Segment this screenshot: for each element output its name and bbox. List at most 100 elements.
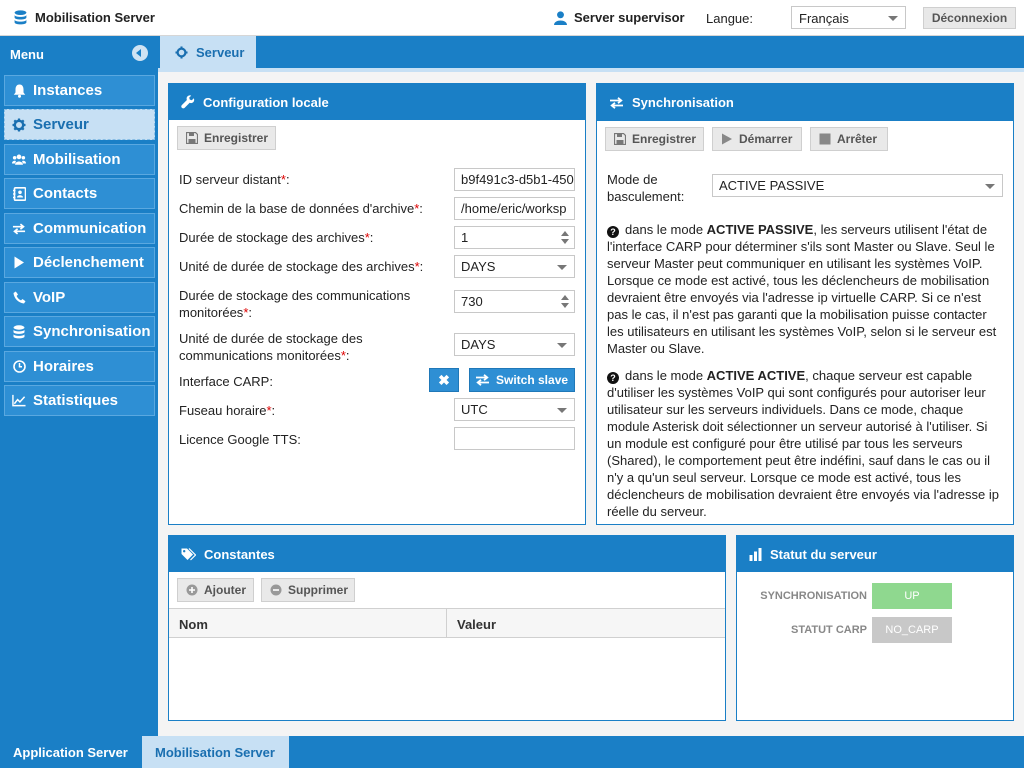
phone-icon: [12, 291, 26, 305]
switch-slave-label: Switch slave: [496, 373, 569, 387]
config-panel: Configuration locale Enregistrer ID serv…: [168, 83, 586, 525]
server-status-panel: Statut du serveur SYNCHRONISATION UP STA…: [736, 535, 1014, 721]
server-status-title: Statut du serveur: [770, 546, 877, 562]
tags-icon: [181, 547, 196, 560]
language-value: Français: [799, 11, 849, 26]
chevron-down-icon: [557, 408, 567, 413]
constants-panel: Constantes Ajouter Supprimer Nom Valeur: [168, 535, 726, 721]
field-label-archive-path: Chemin de la base de données d'archive*:: [179, 201, 423, 216]
logout-button[interactable]: Déconnexion: [923, 7, 1016, 29]
archive-unit-select[interactable]: DAYS: [454, 255, 575, 278]
tab-serveur[interactable]: Serveur: [160, 36, 256, 68]
sidebar-item-voip[interactable]: VoIP: [4, 282, 155, 313]
user-icon: [554, 10, 567, 25]
stepper-arrows-icon[interactable]: [561, 230, 570, 245]
sidebar-item-communication[interactable]: Communication: [4, 213, 155, 244]
play-icon: [12, 256, 26, 270]
field-label-remote-id: ID serveur distant*:: [179, 172, 290, 187]
stepper-arrows-icon[interactable]: [561, 294, 570, 309]
comm-unit-select[interactable]: DAYS: [454, 333, 575, 356]
switch-slave-button[interactable]: Switch slave: [469, 368, 575, 392]
menu-header: Menu: [0, 36, 158, 69]
sync-panel-header: Synchronisation: [597, 84, 1013, 121]
delete-constant-button[interactable]: Supprimer: [261, 578, 355, 602]
user-menu[interactable]: Server supervisor: [554, 10, 685, 25]
bottom-bar: Application Server Mobilisation Server: [0, 736, 1024, 768]
sidebar-item-contacts[interactable]: Contacts: [4, 178, 155, 209]
add-constant-button[interactable]: Ajouter: [177, 578, 254, 602]
field-label-google-tts: Licence Google TTS:: [179, 432, 301, 447]
app-title-text: Mobilisation Server: [35, 10, 155, 25]
sidebar-item-statistiques[interactable]: Statistiques: [4, 385, 155, 416]
tab-application-server[interactable]: Application Server: [0, 736, 142, 768]
chevron-down-icon: [557, 343, 567, 348]
tab-label: Serveur: [196, 44, 245, 60]
arrows-exchange-icon: [476, 374, 489, 386]
sidebar-item-synchronisation[interactable]: Synchronisation: [4, 316, 155, 347]
sync-panel: Synchronisation Enregistrer Démarrer Arr…: [596, 83, 1014, 525]
sidebar-item-label: Communication: [33, 220, 147, 237]
menu-title: Menu: [10, 47, 44, 62]
failover-mode-select[interactable]: ACTIVE PASSIVE: [712, 174, 1003, 197]
server-status-header: Statut du serveur: [737, 536, 1013, 572]
active-passive-description: ? dans le mode ACTIVE PASSIVE, les serveu…: [607, 222, 997, 356]
timezone-select[interactable]: UTC: [454, 398, 575, 421]
stop-icon: [819, 133, 831, 145]
bell-icon: [12, 84, 26, 98]
google-tts-license-input[interactable]: [454, 427, 575, 450]
sync-status-label: SYNCHRONISATION: [760, 590, 867, 602]
chevron-down-icon: [557, 265, 567, 270]
sidebar-item-label: VoIP: [33, 289, 66, 306]
sidebar-item-label: Mobilisation: [33, 151, 121, 168]
bar-chart-icon: [749, 547, 762, 561]
remote-server-id-input[interactable]: b9f491c3-d5b1-450: [454, 168, 575, 191]
sidebar: Menu Instances Serveur Mobilisation Cont…: [0, 36, 158, 736]
clear-carp-button[interactable]: ✖: [429, 368, 459, 392]
constants-panel-title: Constantes: [204, 546, 275, 562]
sync-stop-label: Arrêter: [837, 132, 878, 146]
sidebar-item-label: Synchronisation: [33, 323, 151, 340]
sidebar-item-label: Statistiques: [33, 392, 119, 409]
add-constant-label: Ajouter: [204, 583, 246, 597]
language-select[interactable]: Français: [791, 6, 906, 29]
floppy-disk-icon: [614, 133, 626, 145]
archive-duration-stepper[interactable]: 1: [454, 226, 575, 249]
column-divider[interactable]: [446, 609, 447, 638]
carp-status-badge: NO_CARP: [872, 617, 952, 643]
sidebar-item-horaires[interactable]: Horaires: [4, 351, 155, 382]
active-active-description: ? dans le mode ACTIVE ACTIVE, chaque serv…: [607, 368, 999, 519]
column-header-name[interactable]: Nom: [179, 617, 208, 632]
constants-panel-header: Constantes: [169, 536, 725, 572]
database-icon: [12, 324, 26, 339]
sidebar-item-mobilisation[interactable]: Mobilisation: [4, 144, 155, 175]
app-title: Mobilisation Server: [14, 10, 155, 25]
comm-duration-stepper[interactable]: 730: [454, 290, 575, 313]
minus-circle-icon: [270, 584, 282, 596]
sync-start-button[interactable]: Démarrer: [712, 127, 802, 151]
sync-save-button[interactable]: Enregistrer: [605, 127, 704, 151]
sidebar-item-serveur[interactable]: Serveur: [4, 109, 155, 140]
tab-mobilisation-server[interactable]: Mobilisation Server: [142, 736, 289, 768]
chevron-down-icon: [985, 184, 995, 189]
user-name: Server supervisor: [574, 10, 685, 25]
field-label-archive-unit: Unité de durée de stockage des archives*…: [179, 259, 424, 274]
users-icon: [12, 153, 26, 167]
chevron-down-icon: [888, 16, 898, 21]
archive-db-path-input[interactable]: /home/eric/worksp: [454, 197, 575, 220]
sidebar-item-declenchement[interactable]: Déclenchement: [4, 247, 155, 278]
close-icon: ✖: [438, 371, 450, 388]
collapse-sidebar-icon[interactable]: [132, 45, 148, 61]
column-header-value[interactable]: Valeur: [457, 617, 496, 632]
sidebar-item-label: Serveur: [33, 116, 89, 133]
constants-table-header: Nom Valeur: [169, 608, 725, 638]
delete-constant-label: Supprimer: [288, 583, 349, 597]
sync-stop-button[interactable]: Arrêter: [810, 127, 888, 151]
field-label-archive-duration: Durée de stockage des archives*:: [179, 230, 374, 245]
gear-icon: [175, 45, 188, 59]
config-save-button[interactable]: Enregistrer: [177, 126, 276, 150]
sync-panel-title: Synchronisation: [632, 95, 734, 110]
play-icon: [722, 133, 732, 145]
field-label-timezone: Fuseau horaire*:: [179, 403, 276, 418]
wrench-icon: [181, 95, 195, 109]
sidebar-item-instances[interactable]: Instances: [4, 75, 155, 106]
